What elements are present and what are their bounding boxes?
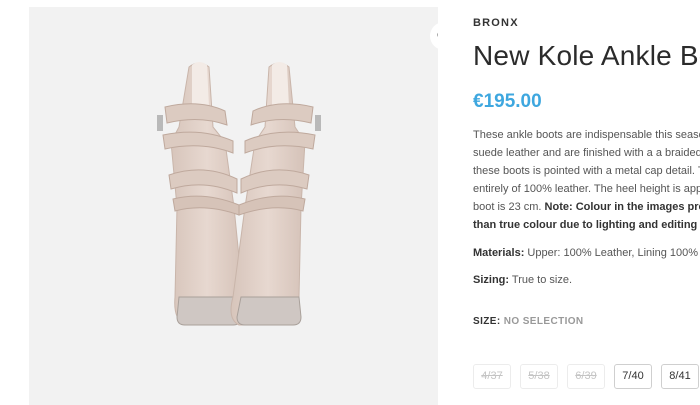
- description-line: boot is 23 cm.: [473, 201, 545, 213]
- size-option-6-39[interactable]: 6/39: [567, 364, 605, 389]
- product-image[interactable]: [29, 7, 438, 405]
- brand-name[interactable]: BRONX: [473, 17, 519, 29]
- product-summary: BRONX New Kole Ankle Bo €195.00 These an…: [473, 0, 700, 405]
- colour-note-continued: than true colour due to lighting and edi…: [473, 219, 698, 231]
- description-line: these boots is pointed with a metal cap …: [473, 165, 700, 177]
- sizing-info: Sizing: True to size.: [473, 274, 572, 286]
- product-description: These ankle boots are indispensable this…: [473, 126, 700, 234]
- colour-note: Note: Colour in the images pro: [544, 201, 700, 213]
- description-line: suede leather and are finished with a a …: [473, 147, 700, 159]
- size-options: 4/37 5/38 6/39 7/40 8/41: [473, 364, 699, 389]
- materials-info: Materials: Upper: 100% Leather, Lining 1…: [473, 247, 700, 259]
- size-option-8-41[interactable]: 8/41: [661, 364, 699, 389]
- description-line: These ankle boots are indispensable this…: [473, 129, 700, 141]
- description-line: entirely of 100% leather. The heel heigh…: [473, 183, 700, 195]
- left-boot: [157, 62, 244, 326]
- sizing-label: Sizing:: [473, 274, 510, 286]
- search-icon: [437, 32, 438, 37]
- product-title: New Kole Ankle Bo: [473, 40, 700, 71]
- description-line-with-note: boot is 23 cm. Note: Colour in the image…: [473, 198, 700, 216]
- size-option-5-38[interactable]: 5/38: [520, 364, 558, 389]
- product-gallery: [29, 7, 438, 405]
- materials-value: Upper: 100% Leather, Lining 100% L: [524, 247, 700, 259]
- materials-label: Materials:: [473, 247, 525, 259]
- product-price: €195.00: [473, 91, 542, 112]
- size-option-7-40[interactable]: 7/40: [614, 364, 652, 389]
- size-option-4-37[interactable]: 4/37: [473, 364, 511, 389]
- sizing-value: True to size.: [509, 274, 573, 286]
- right-boot: [230, 62, 321, 326]
- size-selector-label: SIZE: NO SELECTION: [473, 316, 584, 327]
- size-selection: NO SELECTION: [503, 316, 584, 327]
